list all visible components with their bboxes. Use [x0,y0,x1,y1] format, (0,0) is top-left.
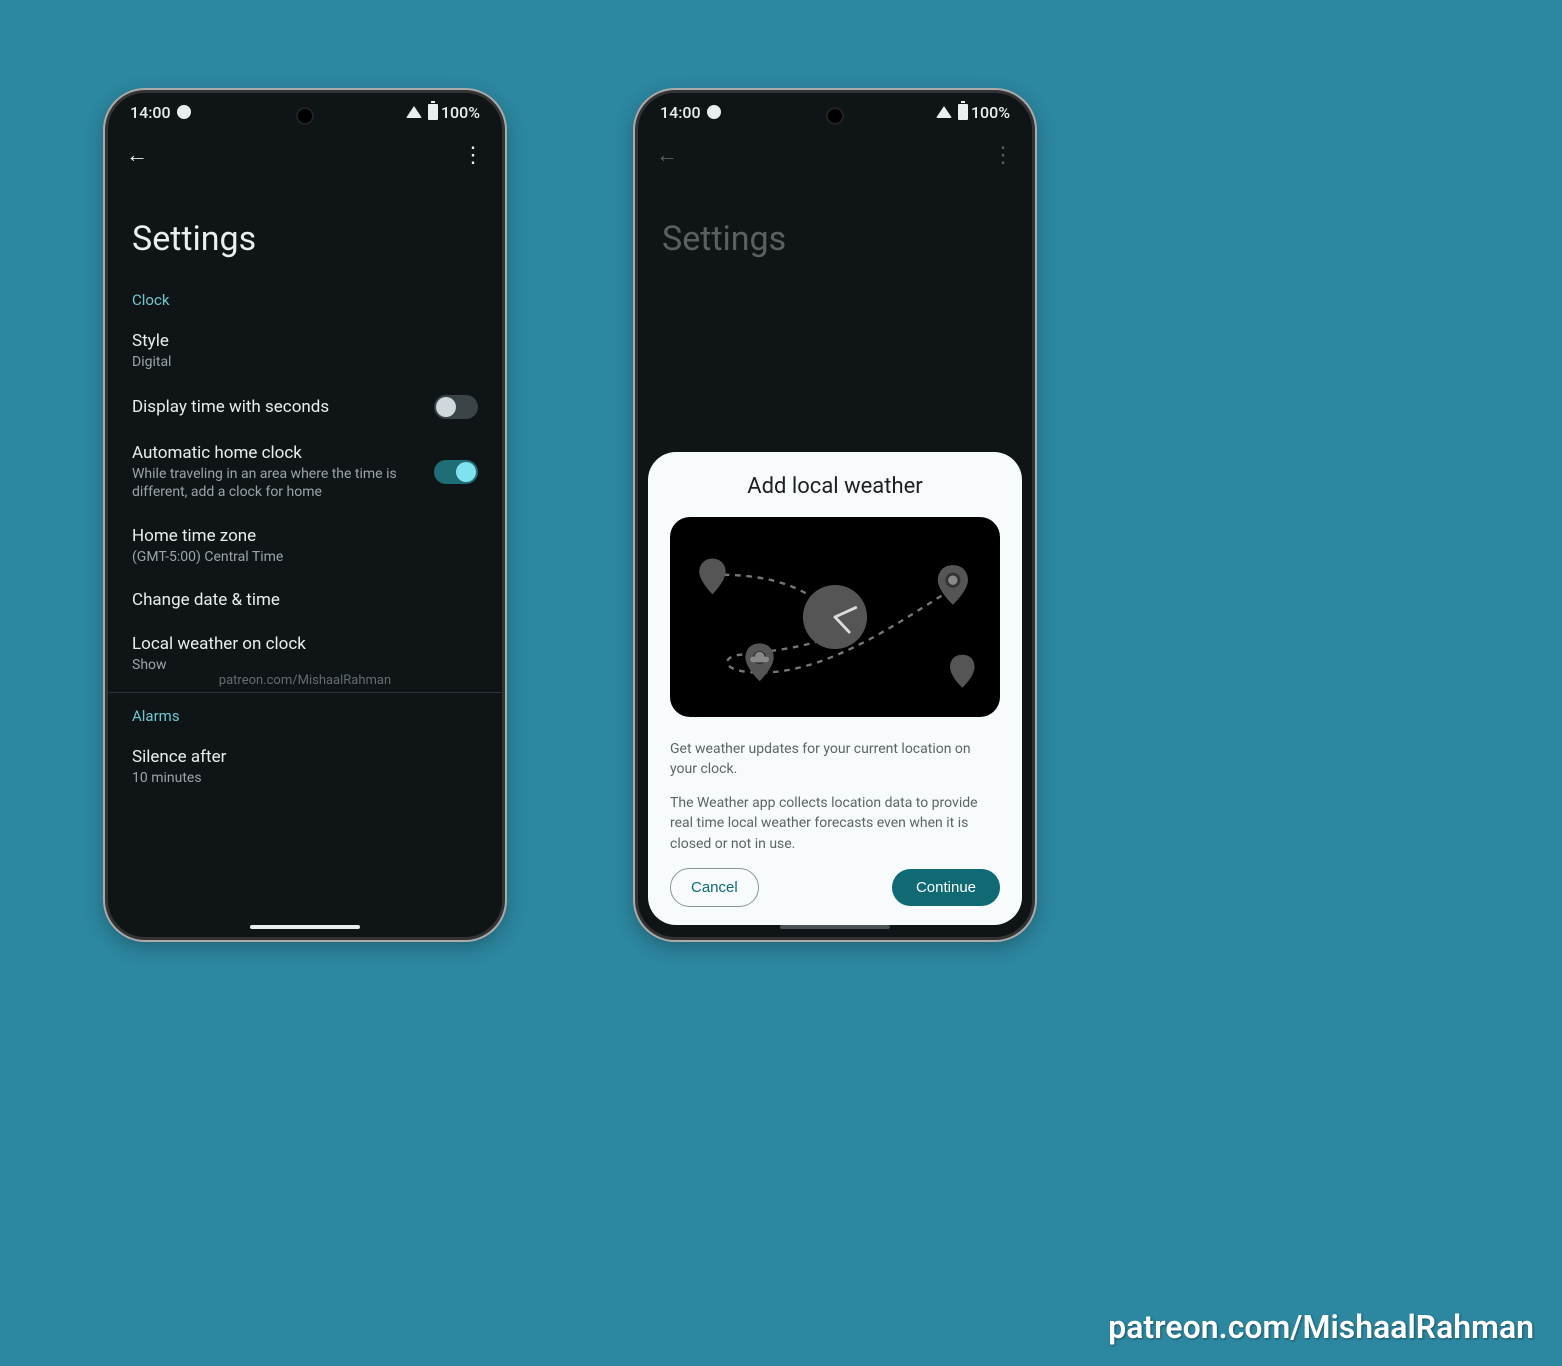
page-title-background: Settings [638,179,1032,283]
battery-percent: 100% [441,103,480,122]
back-icon[interactable]: ← [126,142,148,168]
setting-auto-home-clock[interactable]: Automatic home clock While traveling in … [108,431,502,513]
setting-value: (GMT-5:00) Central Time [132,548,468,566]
camera-cutout [296,107,314,125]
setting-label: Style [132,331,468,351]
setting-change-date-time[interactable]: Change date & time [108,578,502,622]
status-time: 14:00 [130,103,171,122]
nav-pill[interactable] [780,925,890,929]
setting-label: Silence after [132,747,468,767]
section-alarms: Alarms [108,699,502,735]
status-dot-icon [707,105,721,119]
watermark-text: patreon.com/MishaalRahman [108,673,502,688]
setting-label: Display time with seconds [132,397,424,417]
status-time: 14:00 [660,103,701,122]
back-icon: ← [656,142,678,168]
sheet-paragraph-2: The Weather app collects location data t… [670,793,1000,854]
setting-desc: While traveling in an area where the tim… [132,465,424,501]
setting-label: Automatic home clock [132,443,424,463]
setting-style[interactable]: Style Digital [108,319,502,383]
app-bar: ← ⋮ [108,131,502,179]
page-title: Settings [108,179,502,283]
setting-value: Digital [132,353,468,371]
phone-right: 14:00 100% ← ⋮ Settings Add local weathe… [635,90,1035,940]
phone-left: 14:00 100% ← ⋮ Settings Clock Style Digi… [105,90,505,940]
divider [108,692,502,693]
cancel-button[interactable]: Cancel [670,868,759,907]
setting-silence-after[interactable]: Silence after 10 minutes [108,735,502,799]
nav-pill[interactable] [250,925,360,929]
setting-display-seconds[interactable]: Display time with seconds [108,383,502,431]
app-bar: ← ⋮ [638,131,1032,179]
overflow-menu-icon: ⋮ [992,143,1014,168]
bottom-sheet: Add local weather [648,452,1022,925]
battery-icon [958,104,968,120]
sheet-paragraph-1: Get weather updates for your current loc… [670,739,1000,780]
toggle-seconds[interactable] [434,395,478,419]
setting-label: Local weather on clock [132,634,468,654]
section-clock: Clock [108,283,502,319]
battery-percent: 100% [971,103,1010,122]
wifi-icon [936,106,952,118]
continue-button[interactable]: Continue [892,869,1000,906]
image-credit: patreon.com/MishaalRahman [1108,1308,1534,1346]
toggle-auto-home[interactable] [434,460,478,484]
setting-value: Show [132,656,468,674]
wifi-icon [406,106,422,118]
sheet-illustration [670,517,1000,717]
setting-value: 10 minutes [132,769,468,787]
setting-home-timezone[interactable]: Home time zone (GMT-5:00) Central Time [108,514,502,578]
setting-label: Change date & time [132,590,468,610]
battery-icon [428,104,438,120]
status-dot-icon [177,105,191,119]
camera-cutout [826,107,844,125]
overflow-menu-icon[interactable]: ⋮ [462,143,484,168]
setting-label: Home time zone [132,526,468,546]
sheet-title: Add local weather [670,474,1000,499]
